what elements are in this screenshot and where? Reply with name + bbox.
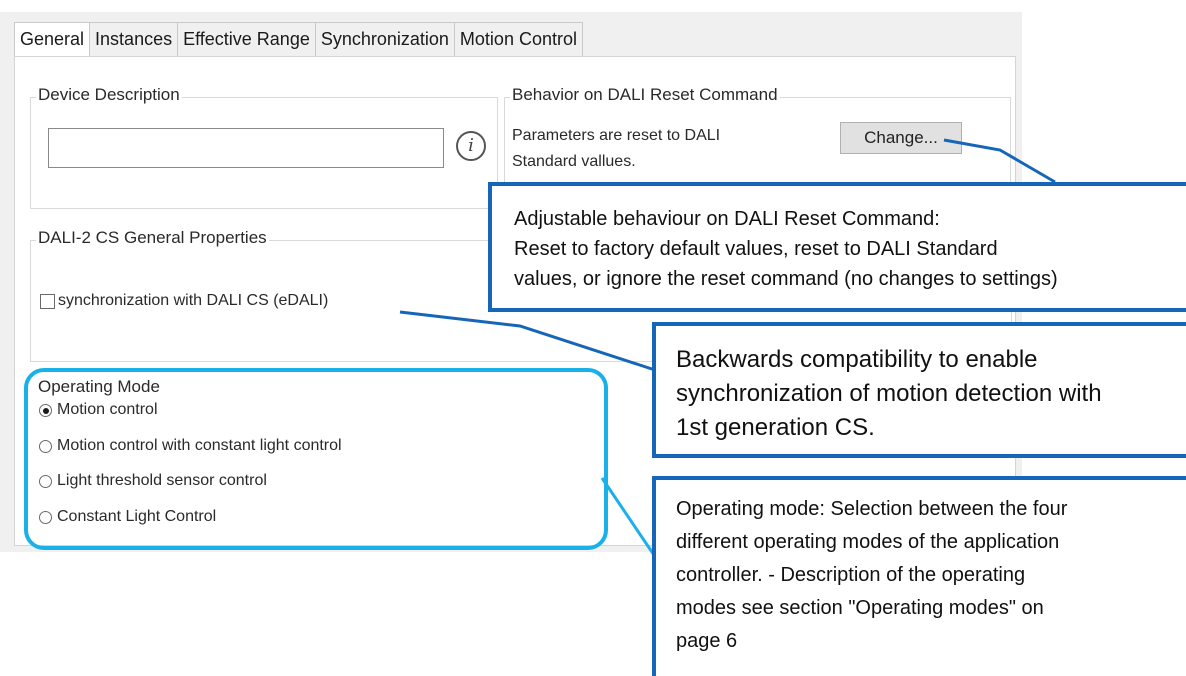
reset-callout-line1: Adjustable behaviour on DALI Reset Comma… <box>514 208 940 230</box>
reset-callout: Adjustable behaviour on DALI Reset Comma… <box>488 182 1186 312</box>
mode-callout-line3: controller. - Description of the operati… <box>676 564 1026 586</box>
sync-callout-line3: 1st generation CS. <box>676 414 875 441</box>
reset-callout-line3: values, or ignore the reset command (no … <box>514 268 1058 290</box>
mode-callout-line4: modes see section "Operating modes" on <box>676 597 1044 619</box>
mode-callout-line1: Operating mode: Selection between the fo… <box>676 498 1068 520</box>
sync-connector-line <box>399 310 656 372</box>
reset-callout-line2: Reset to factory default values, reset t… <box>514 238 998 260</box>
sync-callout-line1: Backwards compatibility to enable <box>676 346 1038 373</box>
mode-callout: Operating mode: Selection between the fo… <box>652 476 1186 676</box>
mode-callout-line2: different operating modes of the applica… <box>676 531 1060 553</box>
sync-callout-line2: synchronization of motion detection with <box>676 380 1102 407</box>
mode-connector-line <box>600 477 658 559</box>
sync-callout: Backwards compatibility to enable synchr… <box>652 322 1186 458</box>
mode-callout-line5: page 6 <box>676 630 738 652</box>
reset-connector-line <box>943 138 1056 184</box>
